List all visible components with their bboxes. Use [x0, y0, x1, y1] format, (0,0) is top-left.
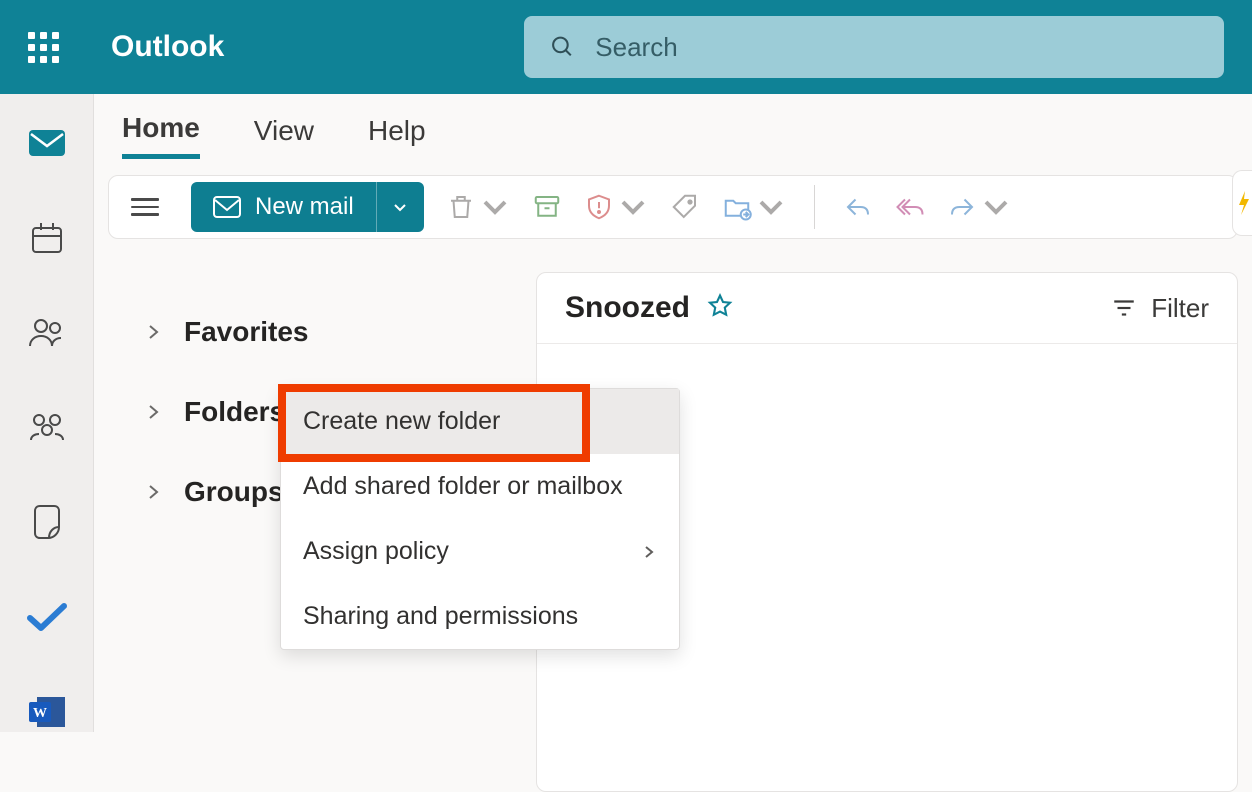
lightning-icon [1236, 189, 1250, 217]
favorites-label: Favorites [184, 316, 309, 348]
search-icon [550, 34, 575, 60]
mail-icon [213, 196, 241, 218]
tag-icon [670, 192, 700, 222]
chevron-down-icon [392, 199, 408, 215]
archive-icon [532, 192, 562, 222]
move-button[interactable] [722, 192, 786, 222]
app-rail: W [0, 94, 94, 732]
search-box[interactable] [524, 16, 1224, 78]
app-launcher-icon[interactable] [28, 32, 59, 63]
chevron-right-icon [144, 403, 162, 421]
reply-all-button[interactable] [895, 192, 925, 222]
chevron-down-icon [618, 192, 648, 222]
new-mail-button-group: New mail [191, 182, 424, 232]
context-assign-policy[interactable]: Assign policy [281, 519, 679, 584]
chevron-down-icon [480, 192, 510, 222]
folders-label: Folders [184, 396, 285, 428]
chevron-down-icon [756, 192, 786, 222]
groups-label: Groups [184, 476, 284, 508]
context-assign-policy-label: Assign policy [303, 537, 449, 566]
reply-button[interactable] [843, 192, 873, 222]
forward-icon [947, 192, 977, 222]
chevron-right-icon [144, 483, 162, 501]
new-mail-button[interactable]: New mail [191, 182, 376, 232]
app-banner: Outlook [0, 0, 1252, 94]
chevron-right-icon [144, 323, 162, 341]
nav-toggle-icon[interactable] [121, 198, 169, 216]
filter-icon [1111, 295, 1137, 321]
folder-move-icon [722, 192, 752, 222]
chevron-right-icon [641, 544, 657, 560]
shield-warning-icon [584, 192, 614, 222]
favorites-section[interactable]: Favorites [94, 302, 536, 362]
context-add-shared-label: Add shared folder or mailbox [303, 472, 623, 501]
new-mail-dropdown[interactable] [376, 182, 424, 232]
svg-text:W: W [33, 706, 47, 721]
sweep-button[interactable] [670, 192, 700, 222]
tab-view[interactable]: View [254, 115, 314, 157]
chevron-down-icon [981, 192, 1011, 222]
tab-home[interactable]: Home [122, 112, 200, 159]
trash-icon [446, 192, 476, 222]
ribbon-tabs: Home View Help [94, 94, 1252, 159]
word-app-icon[interactable]: W [27, 692, 67, 732]
people-app-icon[interactable] [27, 313, 67, 352]
pane-header: Snoozed Filter [537, 273, 1237, 344]
delete-button[interactable] [446, 192, 510, 222]
toolbar-overflow[interactable] [1232, 170, 1252, 236]
folder-context-menu: Create new folder Add shared folder or m… [280, 388, 680, 650]
reply-all-icon [895, 192, 925, 222]
calendar-app-icon[interactable] [27, 219, 67, 258]
archive-button[interactable] [532, 192, 562, 222]
favorite-star-icon[interactable] [706, 292, 734, 325]
forward-button[interactable] [947, 192, 1011, 222]
new-mail-label: New mail [255, 193, 354, 221]
search-input[interactable] [575, 32, 1198, 63]
files-app-icon[interactable] [27, 503, 67, 542]
folder-title: Snoozed [565, 291, 690, 325]
groups-app-icon[interactable] [27, 408, 67, 447]
mail-app-icon[interactable] [27, 124, 67, 163]
context-add-shared[interactable]: Add shared folder or mailbox [281, 454, 679, 519]
reply-icon [843, 192, 873, 222]
context-create-folder[interactable]: Create new folder [281, 389, 679, 454]
brand-label: Outlook [111, 30, 224, 64]
context-sharing[interactable]: Sharing and permissions [281, 584, 679, 649]
report-button[interactable] [584, 192, 648, 222]
todo-app-icon[interactable] [27, 597, 67, 636]
context-create-folder-label: Create new folder [303, 407, 500, 436]
filter-button[interactable]: Filter [1111, 293, 1209, 324]
toolbar: New mail [108, 175, 1238, 239]
tab-help[interactable]: Help [368, 115, 426, 157]
toolbar-divider [814, 185, 815, 229]
filter-label: Filter [1151, 293, 1209, 324]
context-sharing-label: Sharing and permissions [303, 602, 578, 631]
